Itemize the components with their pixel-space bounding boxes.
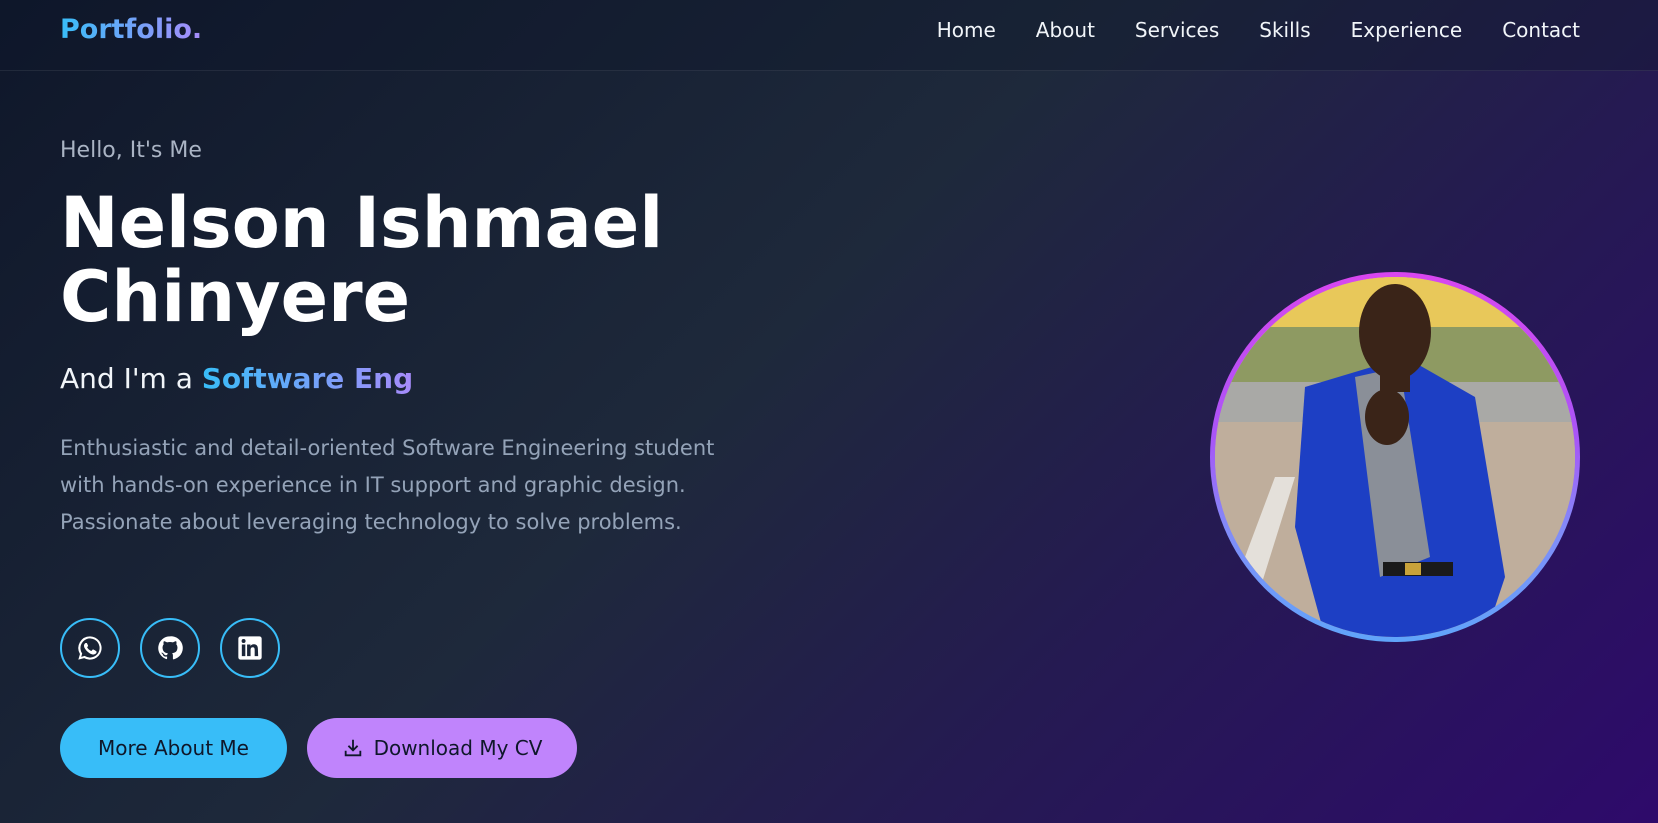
more-about-me-button[interactable]: More About Me	[60, 718, 287, 778]
social-links	[60, 618, 280, 678]
hero-greeting: Hello, It's Me	[60, 138, 202, 163]
nav-link-about[interactable]: About	[1036, 18, 1095, 42]
nav-link-skills[interactable]: Skills	[1259, 18, 1310, 42]
github-icon	[158, 636, 183, 660]
hero-role: And I'm a Software Eng	[60, 362, 413, 395]
download-icon	[344, 739, 361, 757]
logo[interactable]: Portfolio.	[60, 14, 202, 45]
whatsapp-icon	[78, 636, 102, 660]
navbar: Portfolio. Home About Services Skills Ex…	[0, 0, 1658, 71]
hero-buttons: More About Me Download My CV	[60, 718, 577, 778]
github-button[interactable]	[140, 618, 200, 678]
nav-link-home[interactable]: Home	[937, 18, 996, 42]
hero-bio: Enthusiastic and detail-oriented Softwar…	[60, 436, 715, 534]
role-prefix: And I'm a	[60, 362, 202, 395]
whatsapp-button[interactable]	[60, 618, 120, 678]
nav-link-services[interactable]: Services	[1135, 18, 1219, 42]
download-cv-label: Download My CV	[373, 736, 543, 760]
role-highlight: Software Eng	[201, 362, 414, 395]
download-cv-button[interactable]: Download My CV	[307, 718, 577, 778]
hero-name: Nelson Ishmael Chinyere	[60, 182, 664, 338]
nav-link-contact[interactable]: Contact	[1502, 18, 1580, 42]
linkedin-icon	[238, 636, 262, 660]
linkedin-button[interactable]	[220, 618, 280, 678]
profile-photo-illustration	[1215, 277, 1575, 637]
profile-photo-frame	[1210, 272, 1580, 642]
profile-photo	[1215, 277, 1575, 637]
nav-links: Home About Services Skills Experience Co…	[937, 18, 1580, 42]
nav-link-experience[interactable]: Experience	[1351, 18, 1463, 42]
